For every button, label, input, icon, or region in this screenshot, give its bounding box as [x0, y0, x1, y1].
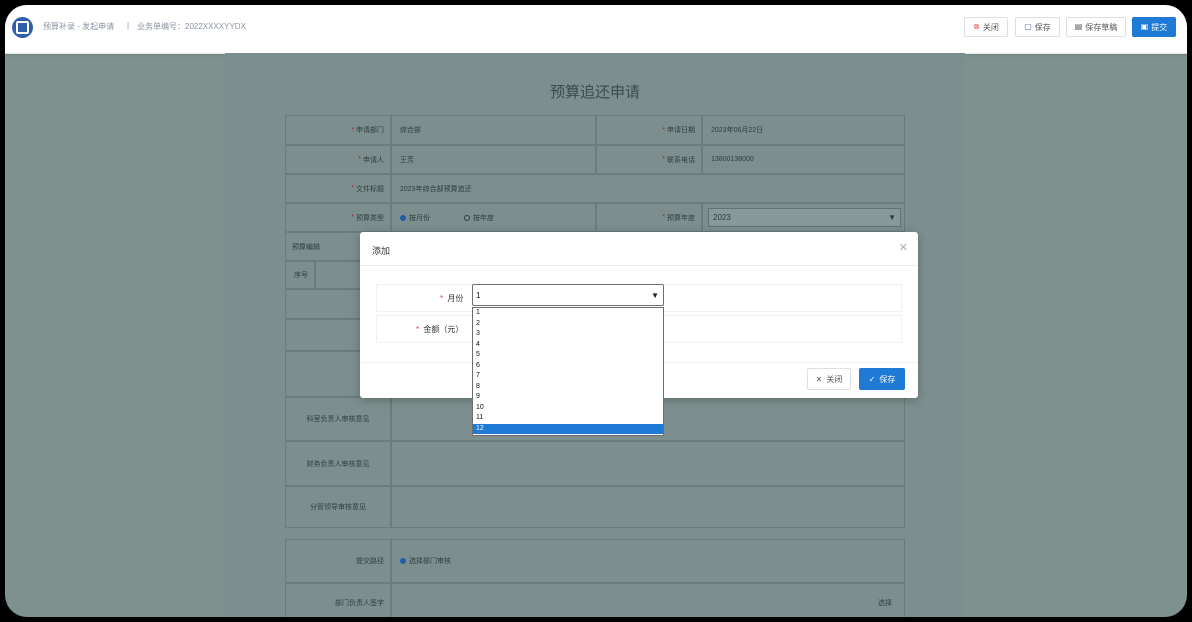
month-option[interactable]: 6: [473, 361, 663, 372]
submit-path-label: 提交路径: [285, 539, 391, 583]
month-option[interactable]: 9: [473, 392, 663, 403]
close-button-label: 关闭: [982, 22, 999, 32]
title-label: * 文件标题: [285, 174, 391, 203]
top-bar: 预算补录 - 发起申请 | 业务单编号：2022XXXXYYDX ⊗ 关闭 ▢ …: [5, 5, 1187, 54]
dept-value[interactable]: 综合部: [391, 115, 596, 145]
month-option[interactable]: 1: [473, 308, 663, 319]
date-label: * 申请日期: [596, 115, 702, 145]
month-select[interactable]: 1 ▼: [472, 284, 664, 306]
month-option[interactable]: 11: [473, 413, 663, 424]
breadcrumb-separator: |: [127, 21, 130, 30]
app-logo-icon: [12, 17, 33, 38]
month-option[interactable]: 12: [473, 423, 663, 434]
submit-button[interactable]: ▣ 提交: [1132, 17, 1176, 37]
opinion-finance-value[interactable]: [391, 441, 905, 486]
submit-path-option-label: 选择部门审核: [409, 558, 451, 565]
document-title: 预算追还申请: [549, 84, 640, 101]
month-option[interactable]: 8: [473, 382, 663, 393]
applicant-label: * 申请人: [285, 145, 391, 174]
dialog-save-button[interactable]: ✓ 保存: [859, 368, 905, 390]
month-label: * 月份: [440, 294, 464, 303]
select-signer-link[interactable]: 选择: [878, 598, 892, 608]
submit-path-radio[interactable]: [400, 558, 406, 564]
save-draft-button[interactable]: ▤ 保存草稿: [1066, 17, 1126, 37]
draft-icon: ▤: [1074, 22, 1083, 31]
breadcrumb-process: 预算补录 - 发起申请: [43, 22, 115, 31]
month-option[interactable]: 4: [473, 340, 663, 351]
phone-label: * 联系电话: [596, 145, 702, 174]
dept-sign-label: 部门负责人签字: [285, 583, 391, 617]
amount-label: * 金额（元）: [416, 325, 464, 334]
save-icon: ▢: [1024, 22, 1032, 31]
month-dropdown-list: 1 2 3 4 5 6 7 8 9 10 11 12: [472, 307, 664, 436]
month-option[interactable]: 3: [473, 329, 663, 340]
opinion-section-label: 科室负责人审核意见: [285, 397, 391, 441]
close-x-icon: ✕: [815, 374, 823, 384]
month-option[interactable]: 5: [473, 350, 663, 361]
check-icon: ✓: [868, 374, 876, 384]
type-monthly-radio[interactable]: [400, 214, 406, 221]
save-button[interactable]: ▢ 保存: [1015, 17, 1060, 37]
date-value[interactable]: 2023年06月22日: [702, 115, 905, 145]
month-option[interactable]: 10: [473, 403, 663, 414]
close-button[interactable]: ⊗ 关闭: [964, 17, 1008, 37]
year-label: * 预算年度: [596, 203, 702, 232]
applicant-value[interactable]: 王芳: [391, 145, 596, 174]
dept-label: * 申请部门: [285, 115, 391, 145]
dept-sign-value: 选择: [391, 583, 905, 617]
title-value[interactable]: 2023年综合部预算追还: [391, 174, 905, 203]
opinion-leader-label: 分管领导审核意见: [285, 486, 391, 528]
opinion-finance-label: 财务负责人审核意见: [285, 441, 391, 486]
opinion-leader-value[interactable]: [391, 486, 905, 528]
type-yearly-label: 按年度: [473, 214, 494, 222]
dialog-close-button[interactable]: ✕ 关闭: [807, 368, 851, 390]
type-radio-group: 按月份 按年度: [391, 203, 596, 232]
close-circle-icon: ⊗: [973, 22, 980, 31]
phone-value[interactable]: 13800138000: [702, 145, 905, 174]
close-icon[interactable]: ✕: [899, 241, 908, 254]
breadcrumb-doc-number: 业务单编号：2022XXXXYYDX: [137, 22, 246, 31]
type-yearly-radio[interactable]: [464, 214, 470, 221]
dialog-save-label: 保存: [879, 374, 896, 384]
year-select[interactable]: 2023 ▼: [708, 208, 901, 227]
type-monthly-label: 按月份: [409, 214, 430, 222]
dialog-close-label: 关闭: [826, 374, 843, 384]
save-draft-button-label: 保存草稿: [1085, 22, 1118, 32]
month-option[interactable]: 7: [473, 371, 663, 382]
month-select-value: 1: [476, 290, 481, 300]
submit-path-value: 选择部门审核: [391, 539, 905, 583]
submit-button-label: 提交: [1151, 22, 1168, 32]
save-button-label: 保存: [1034, 22, 1051, 32]
dialog-title: 添加: [372, 246, 391, 256]
chevron-down-icon: ▼: [651, 291, 659, 300]
dialog-header: 添加 ✕: [360, 232, 918, 266]
chevron-down-icon: ▼: [888, 213, 896, 222]
seq-header: 序号: [285, 261, 315, 289]
submit-icon: ▣: [1140, 22, 1149, 31]
month-option[interactable]: 2: [473, 319, 663, 330]
type-label: * 预算类型: [285, 203, 391, 232]
app-frame: 预算补录 - 发起申请 | 业务单编号：2022XXXXYYDX ⊗ 关闭 ▢ …: [5, 5, 1187, 617]
